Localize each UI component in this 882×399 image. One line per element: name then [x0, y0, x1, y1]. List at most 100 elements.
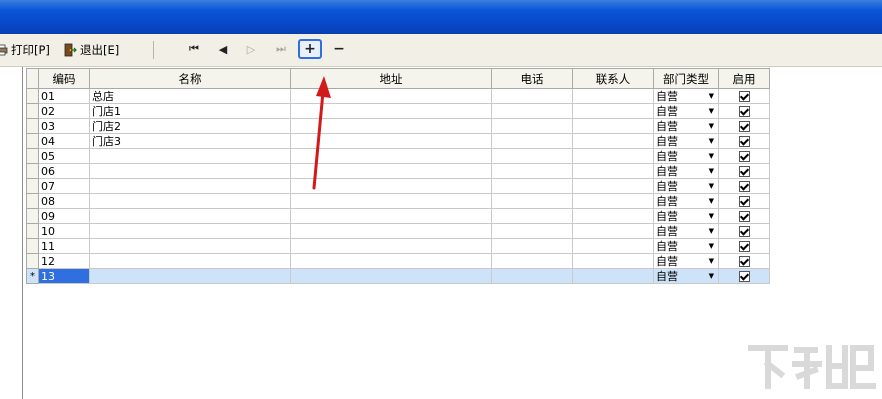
cell-code[interactable]: 03	[38, 118, 90, 134]
cell-address[interactable]	[290, 223, 492, 239]
cell-contact[interactable]	[572, 163, 654, 179]
cell-name[interactable]	[89, 163, 291, 179]
cell-name[interactable]	[89, 223, 291, 239]
cell-enabled[interactable]	[718, 178, 770, 194]
table-row[interactable]: 03 门店2 自营 ▼	[26, 118, 770, 134]
cell-dept-type[interactable]: 自营 ▼	[653, 88, 719, 104]
table-row[interactable]: 08 自营 ▼	[26, 193, 770, 209]
row-indicator[interactable]	[26, 133, 39, 149]
enabled-checkbox[interactable]	[738, 181, 750, 192]
dropdown-arrow-icon[interactable]: ▼	[709, 135, 714, 148]
cell-dept-type[interactable]: 自营 ▼	[653, 178, 719, 194]
dept-type-dropdown[interactable]: 自营 ▼	[656, 180, 716, 193]
column-header-name[interactable]: 名称	[89, 68, 291, 89]
cell-dept-type[interactable]: 自营 ▼	[653, 208, 719, 224]
column-header-contact[interactable]: 联系人	[572, 68, 654, 89]
dept-type-dropdown[interactable]: 自营 ▼	[656, 90, 716, 103]
enabled-checkbox[interactable]	[738, 196, 750, 207]
enabled-checkbox[interactable]	[738, 166, 750, 177]
cell-dept-type[interactable]: 自营 ▼	[653, 103, 719, 119]
cell-enabled[interactable]	[718, 103, 770, 119]
dept-type-dropdown[interactable]: 自营 ▼	[656, 150, 716, 163]
table-row[interactable]: 10 自营 ▼	[26, 223, 770, 239]
cell-enabled[interactable]	[718, 193, 770, 209]
dept-type-dropdown[interactable]: 自营 ▼	[656, 120, 716, 133]
cell-code[interactable]: 12	[38, 253, 90, 269]
dropdown-arrow-icon[interactable]: ▼	[709, 105, 714, 118]
cell-name[interactable]	[89, 238, 291, 254]
row-indicator[interactable]	[26, 163, 39, 179]
cell-contact[interactable]	[572, 88, 654, 104]
row-indicator[interactable]	[26, 88, 39, 104]
cell-contact[interactable]	[572, 238, 654, 254]
enabled-checkbox[interactable]	[738, 91, 750, 102]
table-row[interactable]: 11 自营 ▼	[26, 238, 770, 254]
first-record-button[interactable]: ⏮	[183, 40, 205, 58]
row-indicator[interactable]	[26, 208, 39, 224]
cell-dept-type[interactable]: 自营 ▼	[653, 133, 719, 149]
dept-type-dropdown[interactable]: 自营 ▼	[656, 210, 716, 223]
print-button[interactable]: 打印[P]	[0, 42, 50, 58]
cell-phone[interactable]	[491, 268, 573, 284]
prev-record-button[interactable]: ◀	[212, 40, 234, 58]
cell-code[interactable]: 08	[38, 193, 90, 209]
cell-name[interactable]: 门店3	[89, 133, 291, 149]
cell-address[interactable]	[290, 193, 492, 209]
cell-phone[interactable]	[491, 223, 573, 239]
table-row[interactable]: 09 自营 ▼	[26, 208, 770, 224]
enabled-checkbox[interactable]	[738, 226, 750, 237]
dropdown-arrow-icon[interactable]: ▼	[709, 240, 714, 253]
enabled-checkbox[interactable]	[738, 136, 750, 147]
cell-enabled[interactable]	[718, 118, 770, 134]
table-row[interactable]: 05 自营 ▼	[26, 148, 770, 164]
row-indicator[interactable]	[26, 253, 39, 269]
cell-name[interactable]	[89, 208, 291, 224]
delete-record-button[interactable]: −	[328, 40, 350, 58]
enabled-checkbox[interactable]	[738, 271, 750, 282]
store-data-grid[interactable]: 编码 名称 地址 电话 联系人 部门类型 启用 01 总店 自营 ▼ 02 门店1 自营 ▼ 0…	[26, 68, 770, 284]
table-row[interactable]: 01 总店 自营 ▼	[26, 88, 770, 104]
add-record-button[interactable]: +	[298, 39, 322, 59]
dropdown-arrow-icon[interactable]: ▼	[709, 255, 714, 268]
cell-dept-type[interactable]: 自营 ▼	[653, 223, 719, 239]
dept-type-dropdown[interactable]: 自营 ▼	[656, 240, 716, 253]
dropdown-arrow-icon[interactable]: ▼	[709, 90, 714, 103]
cell-code[interactable]: 06	[38, 163, 90, 179]
cell-name[interactable]	[89, 253, 291, 269]
cell-dept-type[interactable]: 自营 ▼	[653, 163, 719, 179]
row-indicator[interactable]	[26, 118, 39, 134]
cell-contact[interactable]	[572, 253, 654, 269]
cell-name[interactable]	[89, 148, 291, 164]
row-indicator[interactable]	[26, 103, 39, 119]
cell-contact[interactable]	[572, 223, 654, 239]
dropdown-arrow-icon[interactable]: ▼	[709, 180, 714, 193]
cell-enabled[interactable]	[718, 238, 770, 254]
cell-dept-type[interactable]: 自营 ▼	[653, 253, 719, 269]
dept-type-dropdown[interactable]: 自营 ▼	[656, 270, 716, 283]
dept-type-dropdown[interactable]: 自营 ▼	[656, 195, 716, 208]
cell-enabled[interactable]	[718, 148, 770, 164]
cell-code[interactable]: 07	[38, 178, 90, 194]
enabled-checkbox[interactable]	[738, 151, 750, 162]
enabled-checkbox[interactable]	[738, 241, 750, 252]
table-row[interactable]: * 13 自营 ▼	[26, 268, 770, 284]
dropdown-arrow-icon[interactable]: ▼	[709, 270, 714, 283]
row-indicator[interactable]	[26, 238, 39, 254]
dept-type-dropdown[interactable]: 自营 ▼	[656, 135, 716, 148]
cell-address[interactable]	[290, 253, 492, 269]
row-indicator[interactable]: *	[26, 268, 39, 284]
cell-enabled[interactable]	[718, 163, 770, 179]
cell-enabled[interactable]	[718, 88, 770, 104]
cell-contact[interactable]	[572, 118, 654, 134]
table-row[interactable]: 07 自营 ▼	[26, 178, 770, 194]
dept-type-dropdown[interactable]: 自营 ▼	[656, 105, 716, 118]
last-record-button[interactable]: ⏭	[270, 40, 292, 58]
dept-type-dropdown[interactable]: 自营 ▼	[656, 225, 716, 238]
cell-enabled[interactable]	[718, 253, 770, 269]
cell-dept-type[interactable]: 自营 ▼	[653, 238, 719, 254]
dept-type-dropdown[interactable]: 自营 ▼	[656, 255, 716, 268]
cell-phone[interactable]	[491, 148, 573, 164]
cell-enabled[interactable]	[718, 133, 770, 149]
cell-code[interactable]: 10	[38, 223, 90, 239]
dropdown-arrow-icon[interactable]: ▼	[709, 150, 714, 163]
